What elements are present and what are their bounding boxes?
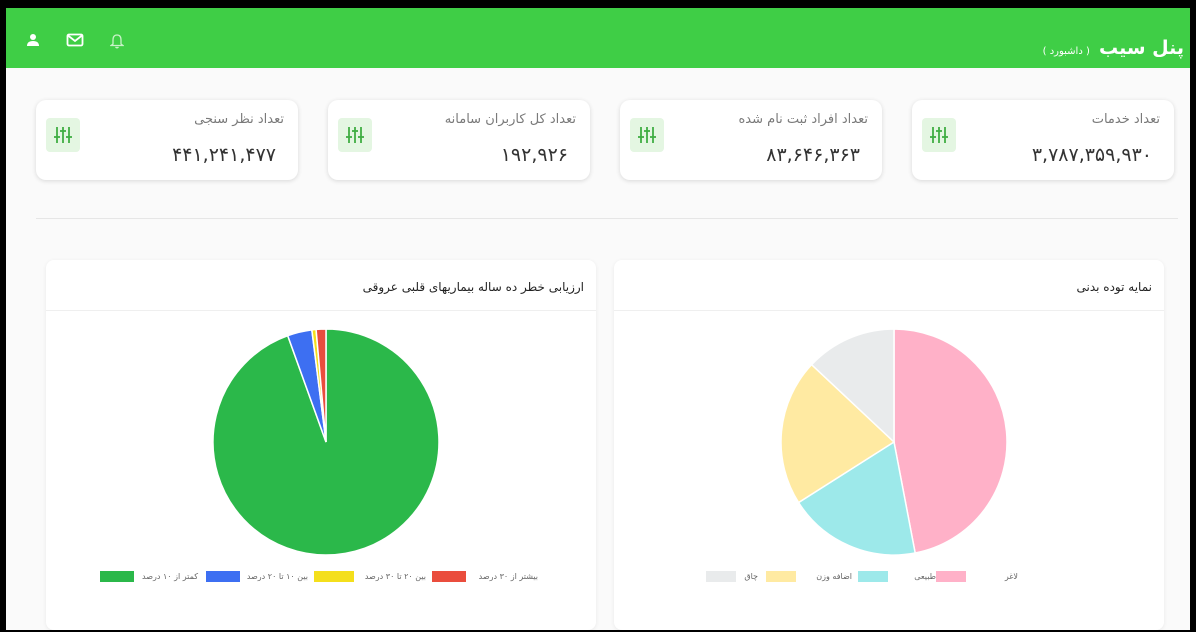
stat-card-value: ۸۳,۶۴۶,۳۶۳ [766, 144, 860, 166]
chart-title: نمایه توده بدنی [1076, 280, 1153, 294]
sliders-icon [630, 118, 664, 152]
stat-card-title: تعداد خدمات [1091, 112, 1160, 127]
stat-card-users: تعداد کل کاربران سامانه ۱۹۲,۹۲۶ [328, 100, 590, 180]
cardio-risk-pie-chart [212, 328, 440, 556]
brand-name: پنل سیب [1098, 37, 1184, 59]
legend-swatch [432, 571, 466, 582]
legend-item[interactable]: لاغر [936, 570, 1018, 584]
stat-card-value: ۳,۷۸۷,۳۵۹,۹۳۰ [1031, 144, 1152, 166]
legend-label: لاغر [1004, 572, 1018, 581]
legend-label: طبیعی [914, 572, 936, 581]
sliders-icon [46, 118, 80, 152]
legend-item[interactable]: کمتر از ۱۰ درصد [98, 570, 198, 584]
legend-label: چاق [744, 572, 758, 581]
legend-item[interactable]: بین ۲۰ تا ۳۰ درصد [312, 570, 426, 584]
app-window: پنل سیب ( داشبورد ) تعداد خدمات ۳,۷۸۷,۳۵… [6, 8, 1190, 630]
legend-swatch [314, 571, 354, 582]
legend-swatch [100, 571, 134, 582]
bell-icon[interactable] [110, 33, 126, 49]
chart-title: ارزیابی خطر ده ساله بیماریهای قلبی عروقی [362, 280, 584, 294]
legend-swatch [206, 571, 240, 582]
legend-item[interactable]: بیشتر از ۳۰ درصد [430, 570, 538, 584]
panel-divider [614, 310, 1164, 311]
sliders-icon [338, 118, 372, 152]
brand-subtitle: ( داشبورد ) [1042, 46, 1090, 57]
chart-legend: لاغر طبیعی اضافه وزن چاق [614, 570, 1164, 586]
legend-label: بین ۲۰ تا ۳۰ درصد [364, 572, 426, 581]
stat-card-title: تعداد نظر سنجی [194, 112, 284, 127]
legend-label: اضافه وزن [816, 572, 852, 581]
stat-card-value: ۱۹۲,۹۲۶ [500, 144, 568, 166]
stat-card-surveys: تعداد نظر سنجی ۴۴۱,۲۴۱,۴۷۷ [36, 100, 298, 180]
mail-icon[interactable] [66, 33, 84, 49]
bmi-chart-panel: نمایه توده بدنی لاغر طبیعی اضافه وزن چاق [614, 260, 1164, 630]
pie-slice-1[interactable] [893, 328, 1008, 554]
legend-swatch [766, 571, 796, 582]
legend-item[interactable]: چاق [698, 570, 758, 584]
cardio-risk-chart-panel: ارزیابی خطر ده ساله بیماریهای قلبی عروقی… [46, 260, 596, 630]
legend-swatch [706, 571, 736, 582]
legend-swatch [858, 571, 888, 582]
legend-label: بیشتر از ۳۰ درصد [478, 572, 538, 581]
divider [36, 218, 1178, 219]
legend-item[interactable]: طبیعی [856, 570, 936, 584]
stat-card-registered: تعداد افراد ثبت نام شده ۸۳,۶۴۶,۳۶۳ [620, 100, 882, 180]
legend-swatch [936, 571, 966, 582]
stat-card-title: تعداد افراد ثبت نام شده [738, 112, 868, 127]
user-icon[interactable] [26, 33, 42, 49]
stat-card-title: تعداد کل کاربران سامانه [444, 112, 576, 127]
chart-legend: کمتر از ۱۰ درصد بین ۱۰ تا ۲۰ درصد بین ۲۰… [46, 570, 596, 586]
stat-card-services: تعداد خدمات ۳,۷۸۷,۳۵۹,۹۳۰ [912, 100, 1174, 180]
top-bar: پنل سیب ( داشبورد ) [6, 8, 1190, 68]
legend-label: بین ۱۰ تا ۲۰ درصد [246, 572, 308, 581]
stat-card-value: ۴۴۱,۲۴۱,۴۷۷ [172, 144, 276, 166]
brand: پنل سیب ( داشبورد ) [1043, 36, 1184, 64]
legend-label: کمتر از ۱۰ درصد [142, 572, 198, 581]
bmi-pie-chart [780, 328, 1008, 556]
panel-divider [46, 310, 596, 311]
sliders-icon [922, 118, 956, 152]
legend-item[interactable]: اضافه وزن [762, 570, 852, 584]
legend-item[interactable]: بین ۱۰ تا ۲۰ درصد [202, 570, 308, 584]
